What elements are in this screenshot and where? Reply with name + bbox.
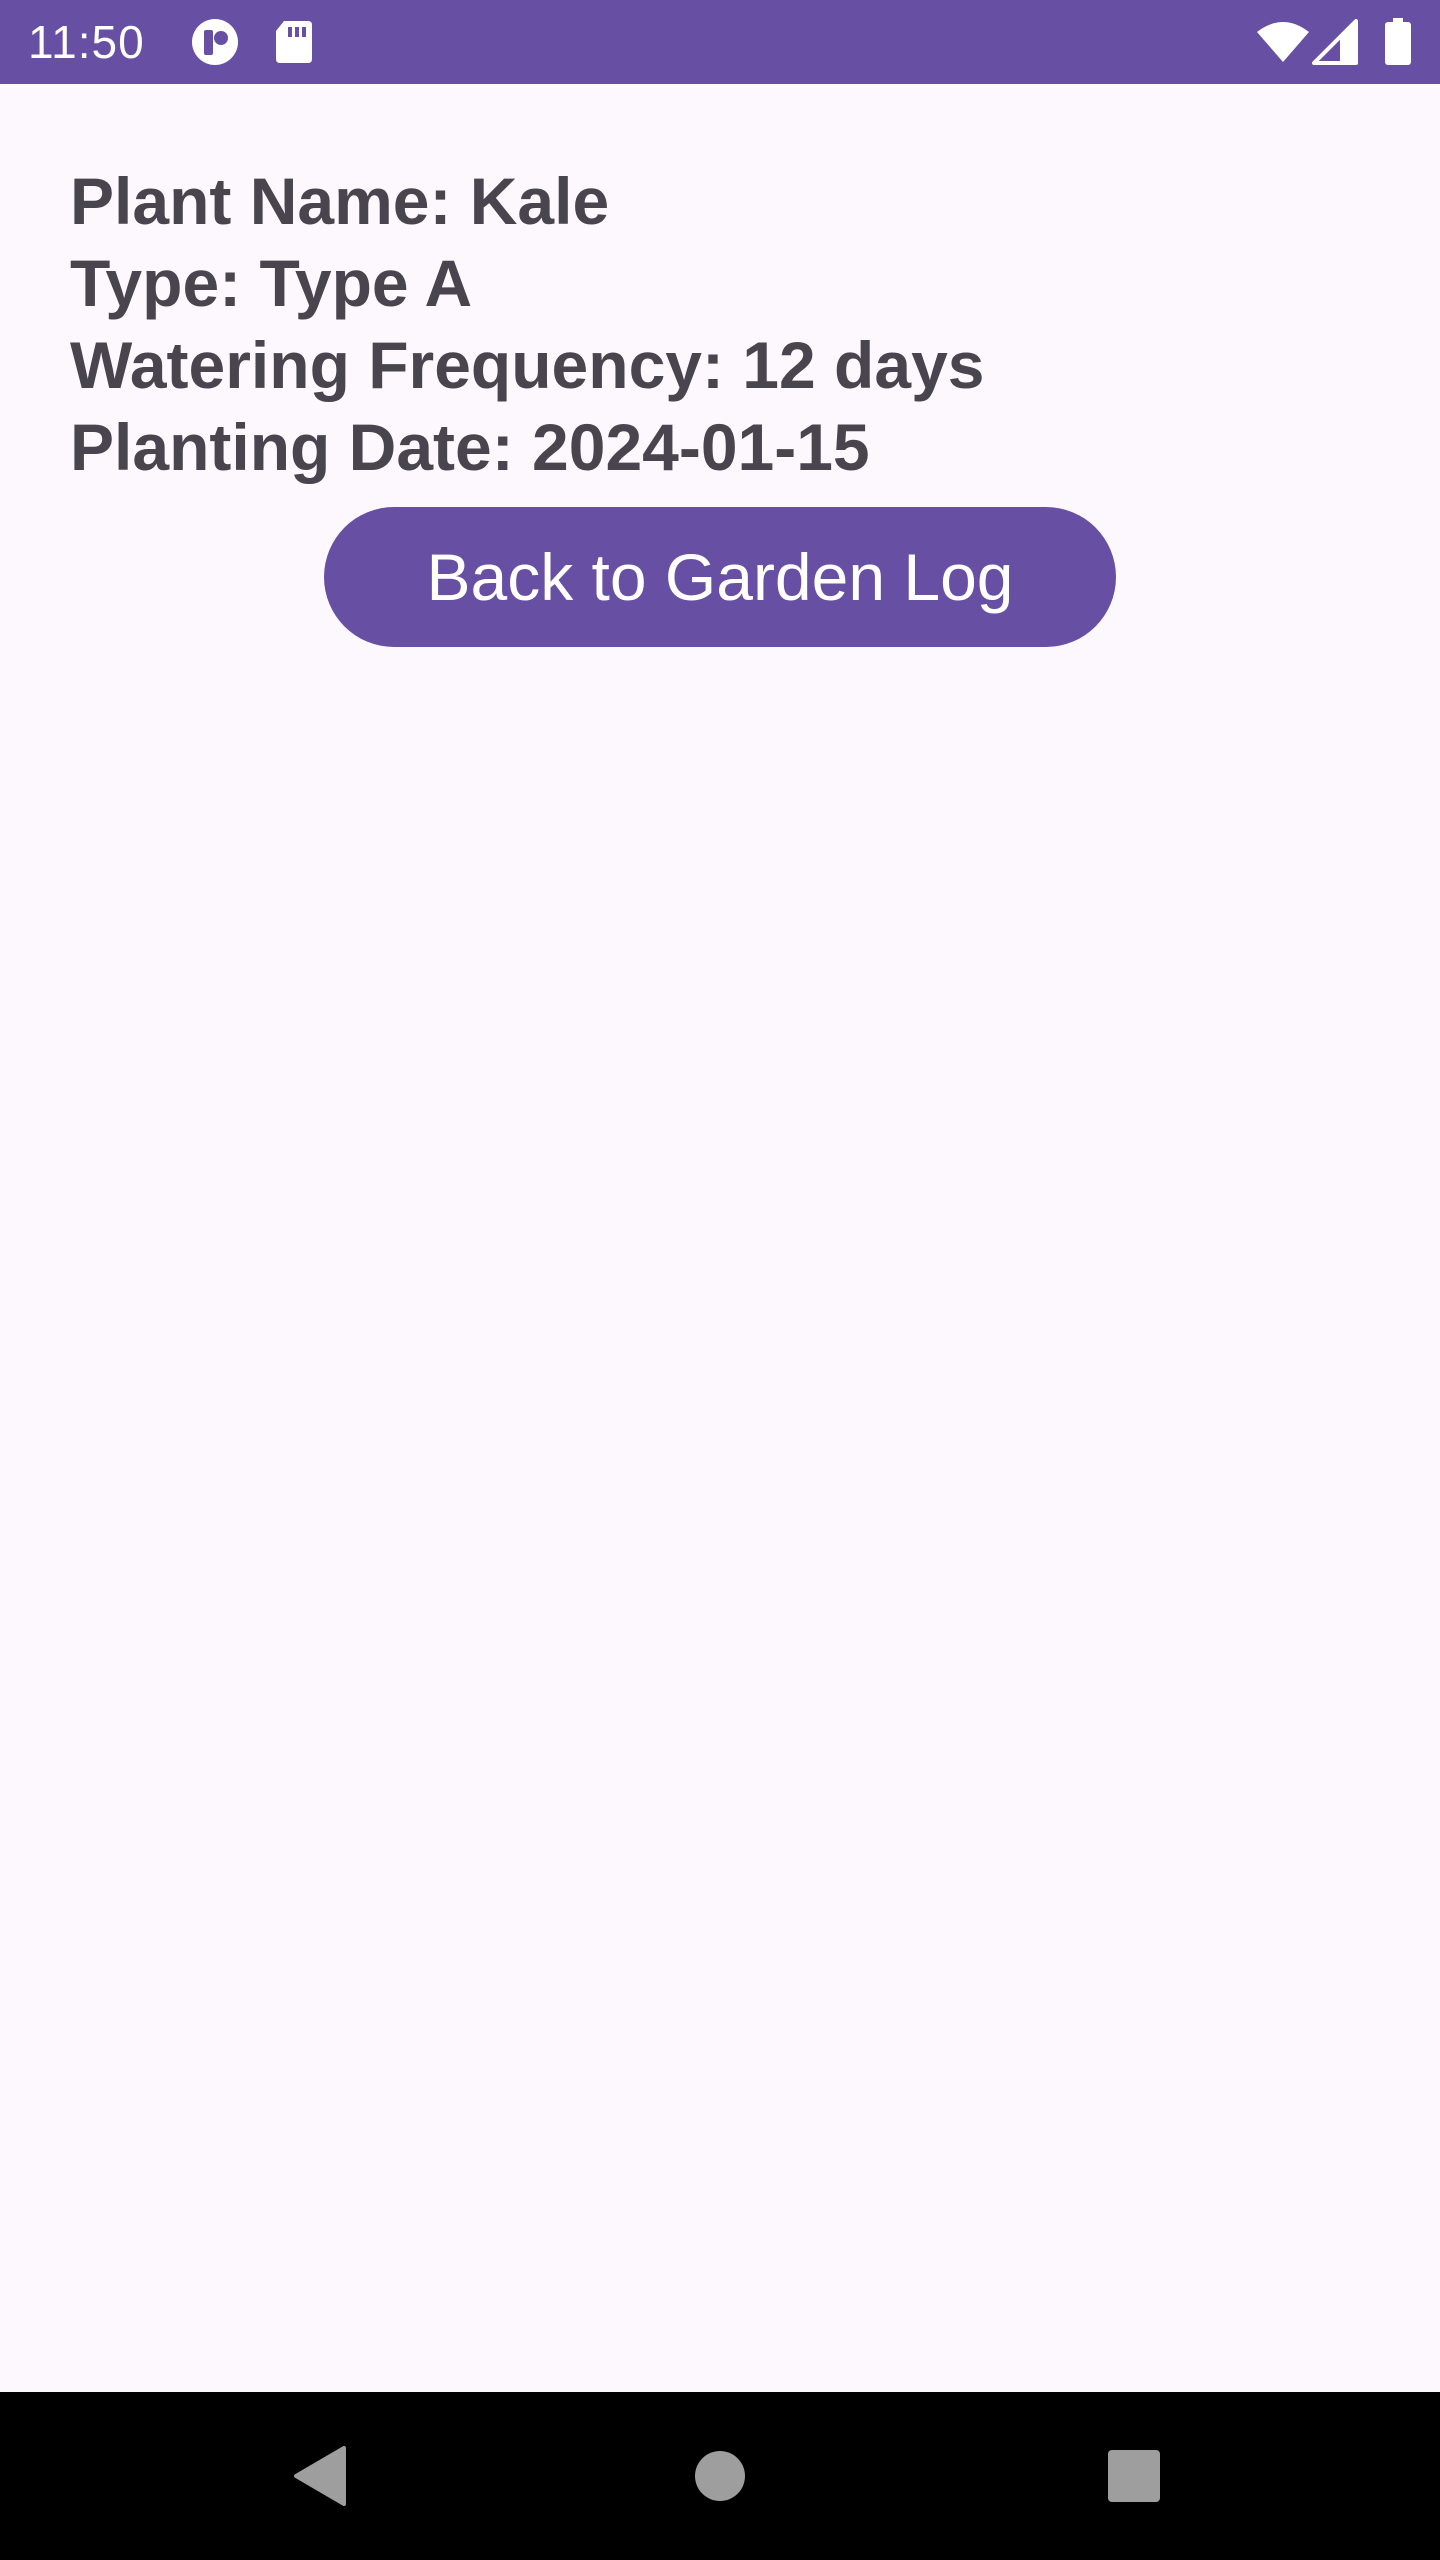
plant-name-text: Plant Name: Kale <box>70 164 610 238</box>
back-triangle-icon[interactable] <box>260 2392 380 2560</box>
home-circle-icon[interactable] <box>660 2392 780 2560</box>
navigation-bar <box>0 2392 1440 2560</box>
sd-card-icon <box>274 0 314 84</box>
cellular-signal-icon <box>1312 0 1358 84</box>
back-to-garden-log-button[interactable]: Back to Garden Log <box>324 507 1116 647</box>
plant-type-text: Type: Type A <box>70 246 473 320</box>
status-bar: 11:50 <box>0 0 1440 84</box>
watering-frequency-text: Watering Frequency: 12 days <box>70 328 985 402</box>
notification-app-icon <box>190 0 240 84</box>
status-time: 11:50 <box>28 16 145 68</box>
battery-icon <box>1384 0 1412 84</box>
planting-date-text: Planting Date: 2024-01-15 <box>70 410 870 484</box>
back-to-garden-log-label: Back to Garden Log <box>426 540 1014 614</box>
wifi-icon <box>1256 0 1310 84</box>
recents-square-icon[interactable] <box>1074 2392 1194 2560</box>
plant-details: Plant Name: Kale Type: Type A Watering F… <box>70 160 985 488</box>
